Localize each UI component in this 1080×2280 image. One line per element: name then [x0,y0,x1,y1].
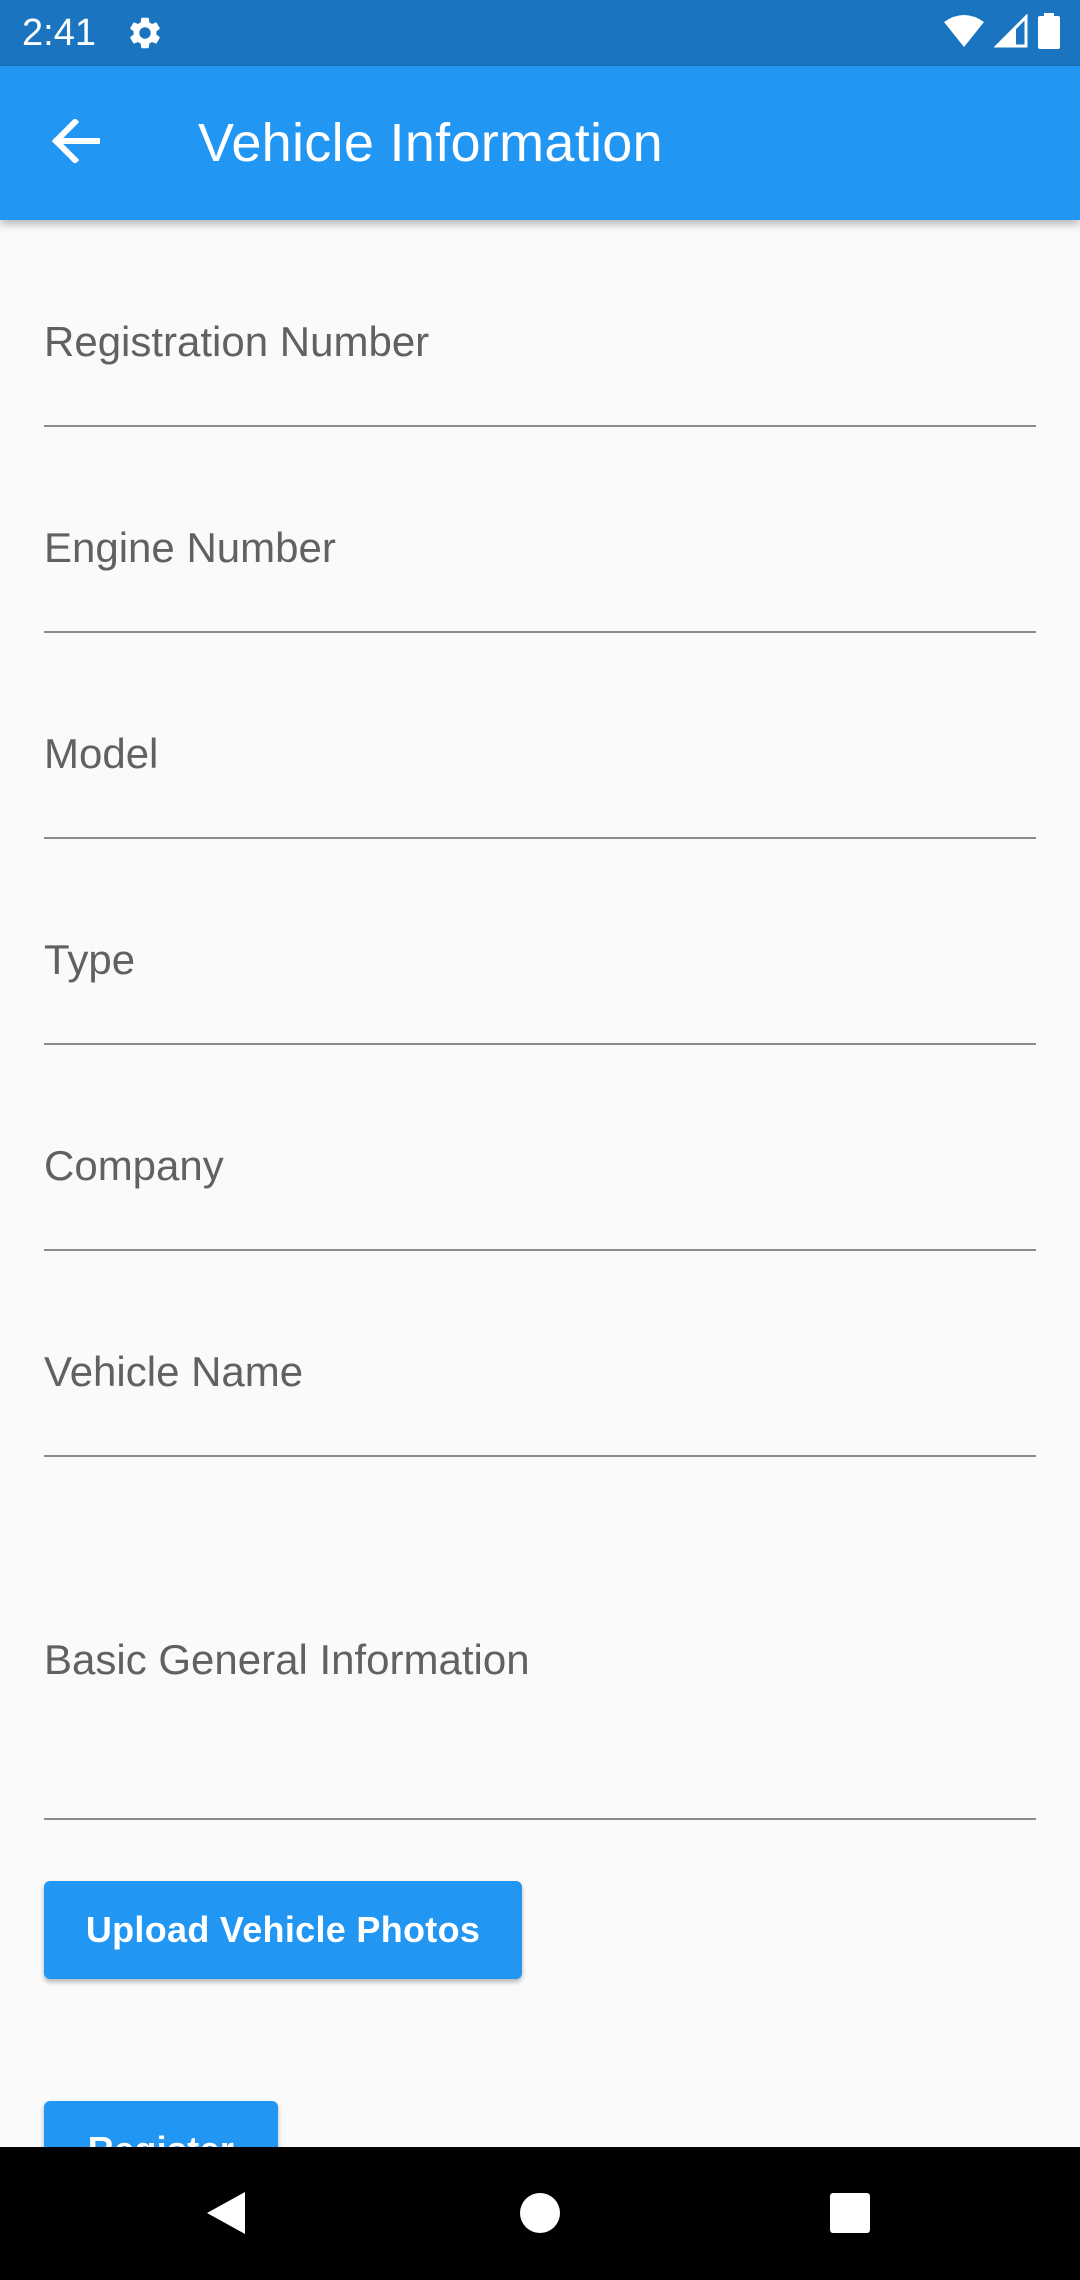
nav-back-button[interactable] [184,2173,268,2257]
registration-number-field[interactable]: Registration Number [44,300,1036,427]
cell-signal-icon [993,12,1028,53]
vehicle-name-label: Vehicle Name [44,1348,304,1395]
model-label: Model [44,730,159,777]
screen: 2:41 Vehicle Information Registration Nu… [0,0,1080,2280]
page-title: Vehicle Information [198,113,663,173]
basic-general-information-label: Basic General Information [44,1636,530,1683]
nav-recents-button[interactable] [808,2173,892,2257]
vehicle-name-field[interactable]: Vehicle Name [44,1330,1036,1457]
app-bar: Vehicle Information [0,66,1080,220]
settings-gear-icon [126,14,164,52]
engine-number-field[interactable]: Engine Number [44,506,1036,633]
model-field[interactable]: Model [44,712,1036,839]
arrow-back-icon [51,117,101,168]
upload-vehicle-photos-button[interactable]: Upload Vehicle Photos [44,1881,522,1979]
company-field[interactable]: Company [44,1124,1036,1251]
back-triangle-icon [205,2190,247,2241]
system-nav-bar [0,2147,1080,2280]
home-circle-icon [519,2192,561,2239]
status-bar: 2:41 [0,0,1080,66]
recents-square-icon [829,2192,871,2239]
status-time: 2:41 [22,12,96,54]
battery-icon [1038,12,1060,54]
type-field[interactable]: Type [44,918,1036,1045]
registration-number-label: Registration Number [44,318,430,365]
status-icons [944,12,1060,54]
type-label: Type [44,936,136,983]
back-button[interactable] [34,109,118,177]
nav-home-button[interactable] [498,2173,582,2257]
company-label: Company [44,1142,224,1189]
basic-general-information-field[interactable]: Basic General Information [44,1560,1036,1820]
wifi-icon [944,14,984,53]
engine-number-label: Engine Number [44,524,336,571]
